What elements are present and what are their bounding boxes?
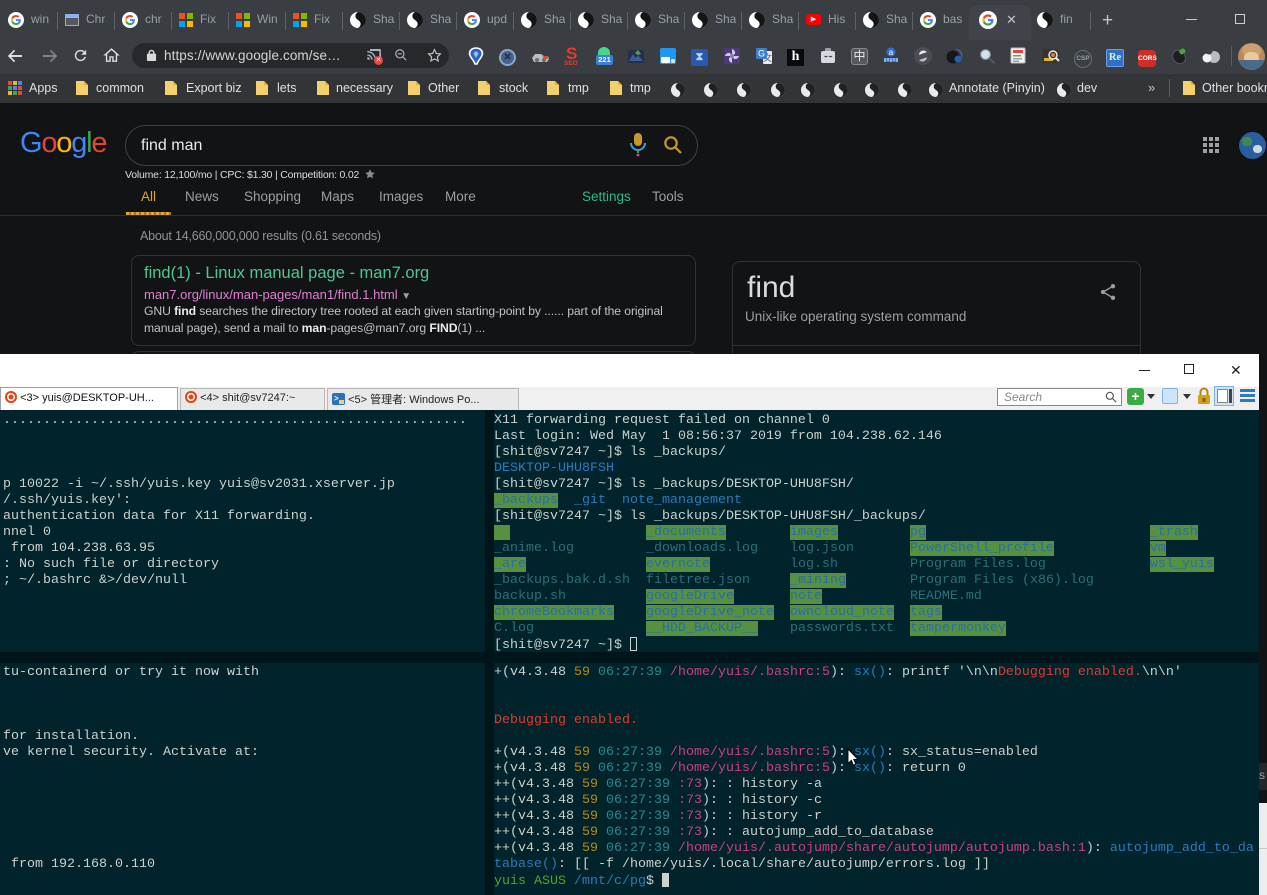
svg-text:a: a xyxy=(889,48,894,57)
svg-text:G: G xyxy=(758,49,765,59)
